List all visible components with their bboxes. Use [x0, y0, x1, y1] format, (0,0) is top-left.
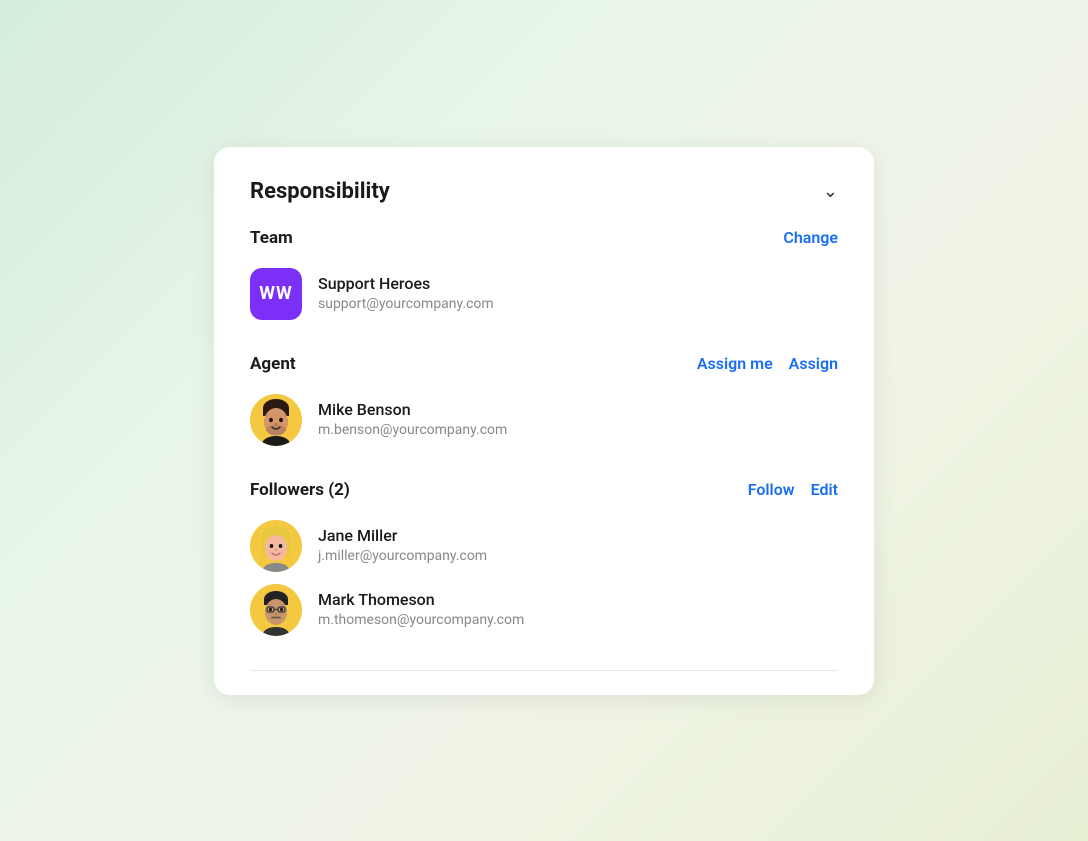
follow-link[interactable]: Follow [748, 480, 795, 499]
followers-header: Followers (2) Follow Edit [250, 480, 838, 500]
mark-email: m.thomeson@yourcompany.com [318, 611, 524, 631]
jane-email: j.miller@yourcompany.com [318, 547, 487, 567]
followers-actions: Follow Edit [748, 480, 838, 499]
change-link[interactable]: Change [783, 228, 838, 247]
team-row: WW Support Heroes support@yourcompany.co… [250, 262, 838, 326]
agent-header: Agent Assign me Assign [250, 354, 838, 374]
responsibility-card: Responsibility ⌄ Team Change WW Support … [214, 147, 874, 695]
team-info: Support Heroes support@yourcompany.com [318, 273, 494, 315]
followers-subsection: Followers (2) Follow Edit [250, 480, 838, 642]
section-title: Responsibility [250, 179, 390, 204]
chevron-down-icon[interactable]: ⌄ [823, 181, 838, 202]
follower-row-mark: Mark Thomeson m.thomeson@yourcompany.com [250, 578, 838, 642]
agent-subsection: Agent Assign me Assign [250, 354, 838, 452]
team-email: support@yourcompany.com [318, 295, 494, 315]
agent-email: m.benson@yourcompany.com [318, 421, 507, 441]
agent-avatar [250, 394, 302, 446]
jane-name: Jane Miller [318, 525, 487, 547]
agent-row: Mike Benson m.benson@yourcompany.com [250, 388, 838, 452]
mark-name: Mark Thomeson [318, 589, 524, 611]
agent-actions: Assign me Assign [697, 354, 838, 373]
jane-info: Jane Miller j.miller@yourcompany.com [318, 525, 487, 567]
jane-avatar [250, 520, 302, 572]
assign-link[interactable]: Assign [789, 354, 838, 373]
agent-name: Mike Benson [318, 399, 507, 421]
mark-info: Mark Thomeson m.thomeson@yourcompany.com [318, 589, 524, 631]
team-name: Support Heroes [318, 273, 494, 295]
assign-me-link[interactable]: Assign me [697, 354, 773, 373]
team-label: Team [250, 228, 293, 248]
team-header: Team Change [250, 228, 838, 248]
agent-label: Agent [250, 354, 296, 374]
agent-info: Mike Benson m.benson@yourcompany.com [318, 399, 507, 441]
mark-avatar [250, 584, 302, 636]
team-avatar-initials: WW [259, 283, 293, 304]
team-subsection: Team Change WW Support Heroes support@yo… [250, 228, 838, 326]
edit-link[interactable]: Edit [811, 480, 838, 499]
team-actions: Change [783, 228, 838, 247]
team-avatar: WW [250, 268, 302, 320]
followers-label: Followers (2) [250, 480, 350, 500]
follower-row-jane: Jane Miller j.miller@yourcompany.com [250, 514, 838, 578]
bottom-divider [250, 670, 838, 671]
section-header: Responsibility ⌄ [250, 179, 838, 204]
